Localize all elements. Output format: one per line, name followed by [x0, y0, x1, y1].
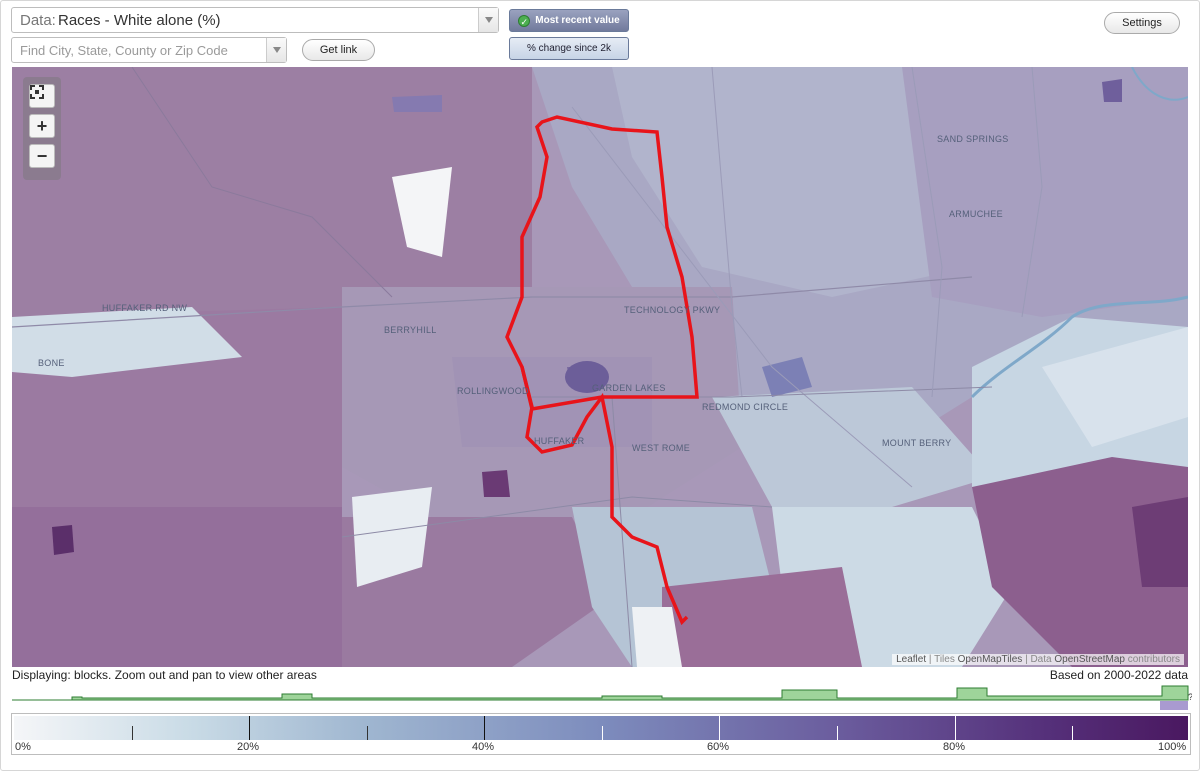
- legend-tick: [955, 716, 956, 740]
- openstreetmap-link[interactable]: OpenStreetMap: [1054, 654, 1125, 665]
- legend-label: 40%: [472, 741, 495, 753]
- checkmark-icon: ✓: [518, 14, 531, 27]
- place-label: SAND SPRINGS: [937, 134, 1009, 144]
- zoom-out-button[interactable]: −: [29, 144, 55, 168]
- percent-change-label: % change since 2k: [527, 43, 611, 54]
- fullscreen-icon[interactable]: [29, 84, 55, 108]
- location-search[interactable]: [11, 37, 287, 63]
- data-selector-label: Data:: [20, 12, 56, 29]
- place-label: ARMUCHEE: [949, 209, 1003, 219]
- place-label: BONE: [38, 358, 65, 368]
- legend-tick: [249, 716, 250, 740]
- place-label: BERRYHILL: [384, 325, 437, 335]
- search-input[interactable]: [12, 38, 266, 62]
- data-selector[interactable]: Data: Races - White alone (%): [11, 7, 499, 33]
- place-label: ROLLINGWOOD: [457, 386, 529, 396]
- legend-label: 60%: [707, 741, 730, 753]
- display-status: Displaying: blocks. Zoom out and pan to …: [12, 668, 317, 682]
- legend-label: 20%: [237, 741, 260, 753]
- place-label: TECHNOLOGY PKWY: [624, 305, 721, 315]
- percent-change-button[interactable]: % change since 2k: [509, 37, 629, 60]
- legend-tick: [837, 726, 838, 740]
- legend-gradient: [14, 716, 1188, 740]
- get-link-button[interactable]: Get link: [302, 39, 375, 61]
- data-range-note: Based on 2000-2022 data: [1049, 668, 1188, 682]
- most-recent-value-label: Most recent value: [535, 15, 620, 26]
- place-label: HUFFAKER RD NW: [102, 303, 188, 313]
- data-selector-value: Races - White alone (%): [58, 12, 221, 29]
- place-label: MOUNT BERRY: [882, 438, 952, 448]
- legend-tick: [602, 726, 603, 740]
- chevron-down-icon[interactable]: [266, 38, 286, 62]
- legend-tick: [484, 716, 485, 740]
- most-recent-value-button[interactable]: ✓ Most recent value: [509, 9, 629, 32]
- openmaptiles-link[interactable]: OpenMapTiles: [958, 654, 1023, 665]
- chevron-down-icon[interactable]: [478, 8, 498, 32]
- histogram-marker: ?: [1188, 692, 1192, 702]
- legend-tick: [1072, 726, 1073, 740]
- zoom-control: + −: [23, 77, 61, 180]
- legend-label: 80%: [943, 741, 966, 753]
- legend-tick: [132, 726, 133, 740]
- map-attribution: Leaflet | Tiles OpenMapTiles | Data Open…: [892, 654, 1184, 665]
- choropleth-layer: [12, 67, 1188, 667]
- histogram: ?: [12, 685, 1192, 710]
- legend-tick: [367, 726, 368, 740]
- color-legend: 0% 20% 40% 60% 80% 100%: [11, 713, 1191, 755]
- leaflet-link[interactable]: Leaflet: [896, 654, 926, 665]
- place-label: HUFFAKER: [534, 436, 585, 446]
- place-label: WEST ROME: [632, 443, 691, 453]
- place-label: REDMOND CIRCLE: [702, 402, 789, 412]
- zoom-in-button[interactable]: +: [29, 114, 55, 138]
- map-view[interactable]: SAND SPRINGS ARMUCHEE BERRYHILL ROLLINGW…: [12, 67, 1188, 667]
- place-label: GARDEN LAKES: [592, 383, 666, 393]
- settings-button[interactable]: Settings: [1104, 12, 1180, 34]
- legend-label: 100%: [1158, 741, 1187, 753]
- legend-label: 0%: [15, 741, 31, 753]
- legend-tick: [719, 716, 720, 740]
